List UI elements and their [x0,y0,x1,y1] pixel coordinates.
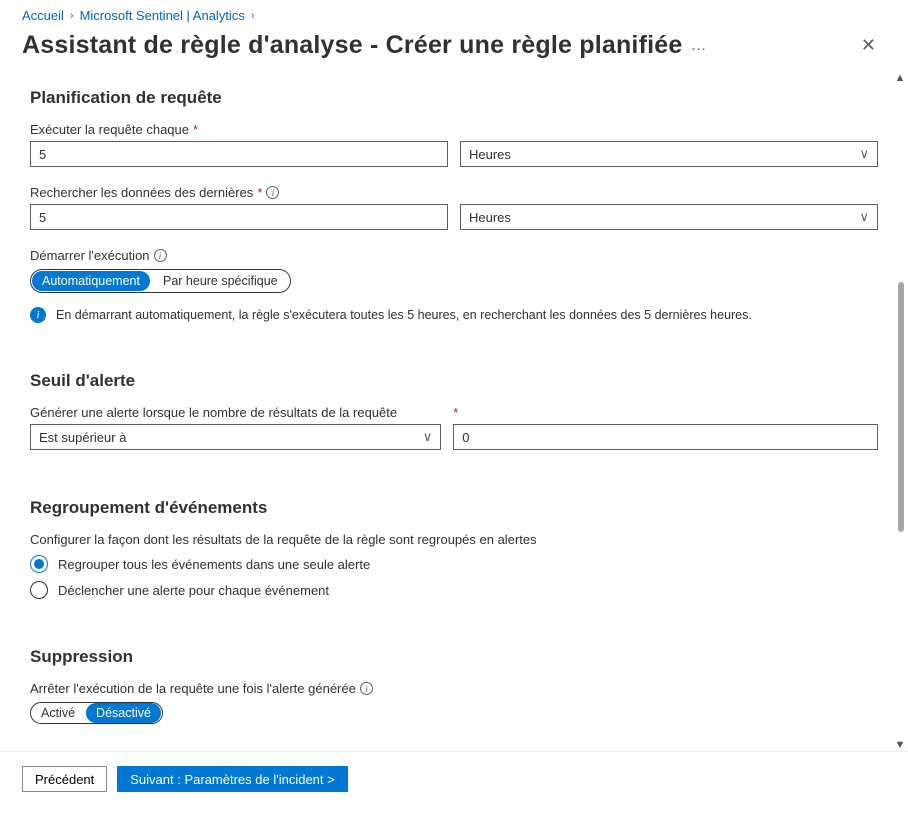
grouping-heading: Regroupement d'événements [30,498,878,518]
breadcrumb: Accueil › Microsoft Sentinel | Analytics… [0,0,908,23]
scrollbar[interactable]: ▲ ▼ [894,72,906,751]
info-icon[interactable]: i [266,186,279,199]
form-content: Planification de requête Exécuter la req… [0,72,908,751]
threshold-label: Générer une alerte lorsque le nombre de … [30,405,397,420]
scroll-down-icon[interactable]: ▼ [894,739,906,751]
page-title: Assistant de règle d'analyse - Créer une… [22,31,682,60]
chevron-right-icon: › [251,10,255,22]
grouping-option-all[interactable]: Regrouper tous les événements dans une s… [30,555,878,573]
radio-icon [30,581,48,599]
suppression-off-option[interactable]: Désactivé [86,703,161,723]
lookup-unit-select[interactable]: Heures ∨ [460,204,878,230]
suppression-heading: Suppression [30,647,878,667]
threshold-value-input[interactable] [453,424,878,450]
footer: Précédent Suivant : Paramètres de l'inci… [0,752,908,806]
back-button[interactable]: Précédent [22,766,107,792]
scroll-up-icon[interactable]: ▲ [894,72,906,84]
grouping-option-each[interactable]: Déclencher une alerte pour chaque événem… [30,581,878,599]
chevron-down-icon: ∨ [859,209,869,225]
threshold-operator-value: Est supérieur à [39,430,126,445]
schedule-heading: Planification de requête [30,88,878,108]
suppression-label: Arrêter l'exécution de la requête une fo… [30,681,356,696]
start-mode-toggle: Automatiquement Par heure spécifique [30,269,291,293]
info-icon[interactable]: i [360,682,373,695]
run-every-unit-value: Heures [469,147,511,162]
schedule-info-text: En démarrant automatiquement, la règle s… [56,308,752,322]
breadcrumb-sentinel[interactable]: Microsoft Sentinel | Analytics [80,8,245,23]
start-label: Démarrer l'exécution [30,248,150,263]
run-every-label: Exécuter la requête chaque [30,122,189,137]
chevron-down-icon: ∨ [859,146,869,162]
grouping-option-each-label: Déclencher une alerte pour chaque événem… [58,583,329,598]
radio-icon [30,555,48,573]
info-icon[interactable]: i [154,249,167,262]
suppression-on-option[interactable]: Activé [31,703,85,723]
more-options-icon[interactable]: … [690,37,706,55]
required-icon: * [257,185,262,200]
grouping-option-all-label: Regrouper tous les événements dans une s… [58,557,370,572]
close-icon[interactable]: ✕ [851,29,886,62]
run-every-unit-select[interactable]: Heures ∨ [460,141,878,167]
required-icon: * [193,122,198,137]
chevron-right-icon: › [70,10,74,22]
threshold-operator-select[interactable]: Est supérieur à ∨ [30,424,441,450]
lookup-unit-value: Heures [469,210,511,225]
chevron-down-icon: ∨ [423,429,433,445]
next-button[interactable]: Suivant : Paramètres de l'incident > [117,766,347,792]
start-specific-option[interactable]: Par heure spécifique [151,270,290,292]
lookup-input[interactable] [30,204,448,230]
title-bar: Assistant de règle d'analyse - Créer une… [0,23,908,72]
run-every-input[interactable] [30,141,448,167]
threshold-heading: Seuil d'alerte [30,371,878,391]
info-icon: i [30,307,46,323]
start-auto-option[interactable]: Automatiquement [32,271,150,291]
scroll-thumb[interactable] [898,282,904,532]
required-icon: * [453,405,458,420]
grouping-label: Configurer la façon dont les résultats d… [30,532,878,547]
lookup-label: Rechercher les données des dernières [30,185,253,200]
breadcrumb-home[interactable]: Accueil [22,8,64,23]
suppression-toggle: Activé Désactivé [30,702,163,724]
